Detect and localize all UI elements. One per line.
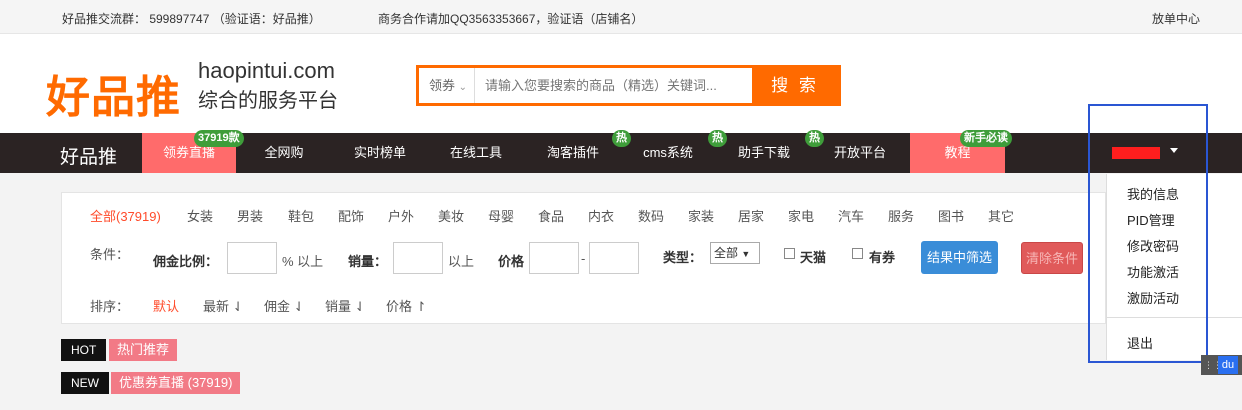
category-item[interactable]: 家电	[788, 206, 814, 225]
page: 好品推交流群： 599897747 （验证语：好品推） 商务合作请加QQ3563…	[0, 0, 1242, 410]
site-header: 好品推 haopintui.com 综合的服务平台 领券 ⌄ 搜 索	[0, 34, 1242, 133]
hot-tag: HOT	[61, 339, 107, 361]
qq-group-text: 好品推交流群： 599897747 （验证语：好品推）	[62, 12, 321, 26]
tmall-label: 天猫	[800, 250, 827, 265]
coupon-label: 有券	[869, 250, 896, 265]
sort-sales[interactable]: 销量 ⇃	[325, 296, 366, 315]
search-button[interactable]: 搜 索	[752, 68, 838, 103]
category-item[interactable]: 男装	[237, 206, 263, 225]
nav-item-rankings[interactable]: 实时榜单	[340, 133, 420, 173]
commission-unit: % 以上	[282, 254, 324, 269]
category-item[interactable]: 服务	[888, 206, 914, 225]
chevron-down-icon: ⌄	[458, 82, 468, 93]
caret-down-icon: ▼	[741, 249, 751, 259]
search-type-label: 领券	[429, 78, 456, 93]
hot-recommend-label: 热门推荐	[109, 339, 178, 361]
floating-widget[interactable]: ⋮⋮ du	[1201, 355, 1242, 375]
nav-item-label: 全网购	[264, 145, 304, 160]
category-item[interactable]: 居家	[738, 206, 764, 225]
nav-badge-hot: 热	[612, 130, 631, 147]
category-item[interactable]: 图书	[938, 206, 964, 225]
logo-domain: haopintui.com	[198, 58, 335, 83]
release-center-link[interactable]: 放单中心	[1152, 10, 1200, 27]
nav-item-plugin[interactable]: 淘客插件	[533, 133, 613, 173]
nav-badge-count: 37919款	[194, 130, 244, 147]
category-item[interactable]: 美妆	[438, 206, 464, 225]
nav-item-label: 开放平台	[833, 145, 886, 160]
business-contact-text: 商务合作请加QQ3563353667，验证语（店铺名）	[378, 12, 644, 26]
commission-label: 佣金比例：	[153, 254, 219, 269]
sort-newest[interactable]: 最新 ⇃	[203, 296, 244, 315]
type-select[interactable]: 全部 ▼	[710, 242, 760, 264]
tmall-checkbox[interactable]	[784, 248, 795, 259]
type-label: 类型：	[663, 250, 703, 265]
category-all[interactable]: 全部(37919)	[90, 206, 161, 225]
category-item[interactable]: 汽车	[838, 206, 864, 225]
filter-results-button[interactable]: 结果中筛选	[921, 241, 998, 274]
sort-price[interactable]: 价格 ↾	[386, 296, 427, 315]
nav-item-all-shop[interactable]: 全网购	[244, 133, 324, 173]
coupon-checkbox[interactable]	[852, 248, 863, 259]
category-item[interactable]: 内衣	[588, 206, 614, 225]
sales-unit: 以上	[448, 254, 475, 269]
logo[interactable]: 好品推	[46, 61, 181, 125]
nav-item-label: 淘客插件	[546, 145, 599, 160]
category-item[interactable]: 数码	[638, 206, 664, 225]
price-max-input[interactable]	[589, 242, 639, 274]
nav-item-open-platform[interactable]: 开放平台	[820, 133, 900, 173]
sort-commission[interactable]: 佣金 ⇃	[264, 296, 305, 315]
type-select-value: 全部	[714, 246, 739, 260]
nav-item-label: 助手下载	[737, 145, 790, 160]
category-item[interactable]: 母婴	[488, 206, 514, 225]
nav-brand[interactable]: 好品推	[60, 142, 117, 169]
sales-label: 销量：	[348, 254, 388, 269]
clear-filters-button[interactable]: 清除条件	[1021, 242, 1083, 274]
nav-item-online-tools[interactable]: 在线工具	[436, 133, 516, 173]
commission-input[interactable]	[227, 242, 277, 274]
price-label: 价格	[498, 254, 525, 269]
category-item[interactable]: 鞋包	[288, 206, 314, 225]
coupon-live-label: 优惠券直播 (37919)	[111, 372, 241, 394]
category-item[interactable]: 其它	[988, 206, 1014, 225]
nav-item-download[interactable]: 助手下载	[724, 133, 804, 173]
search-type-select[interactable]: 领券 ⌄	[419, 68, 475, 103]
du-button[interactable]: du	[1218, 356, 1238, 374]
nav-badge-hot: 热	[805, 130, 824, 147]
sort-default[interactable]: 默认	[153, 296, 179, 315]
nav-badge-new-user: 新手必读	[960, 130, 1012, 147]
nav-badge-hot: 热	[708, 130, 727, 147]
search-input[interactable]	[477, 68, 757, 103]
category-item[interactable]: 户外	[388, 206, 414, 225]
nav-item-label: 教程	[944, 145, 971, 160]
category-item[interactable]: 配饰	[338, 206, 364, 225]
grid-icon: ⋮⋮	[1204, 360, 1222, 370]
search-box: 领券 ⌄ 搜 索	[416, 65, 841, 106]
filter-panel: 全部(37919) 女装 男装 鞋包 配饰 户外 美妆 母婴 食品 内衣 数码 …	[61, 192, 1106, 324]
nav-item-label: 领券直播	[162, 145, 215, 160]
logo-slogan: 综合的服务平台	[198, 90, 338, 112]
nav-item-cms[interactable]: cms系统	[628, 133, 708, 173]
nav-item-label: cms系统	[643, 145, 693, 160]
nav-item-label: 在线工具	[449, 145, 502, 160]
sort-label: 排序：	[90, 299, 130, 314]
price-dash: -	[581, 251, 586, 266]
new-tag: NEW	[61, 372, 109, 394]
sales-input[interactable]	[393, 242, 443, 274]
conditions-label: 条件：	[90, 247, 130, 262]
category-item[interactable]: 食品	[538, 206, 564, 225]
category-item[interactable]: 女装	[187, 206, 213, 225]
top-info-bar: 好品推交流群： 599897747 （验证语：好品推） 商务合作请加QQ3563…	[0, 0, 1242, 34]
price-min-input[interactable]	[529, 242, 579, 274]
highlight-annotation-box	[1088, 104, 1208, 363]
category-item[interactable]: 家装	[688, 206, 714, 225]
nav-item-label: 实时榜单	[353, 145, 406, 160]
